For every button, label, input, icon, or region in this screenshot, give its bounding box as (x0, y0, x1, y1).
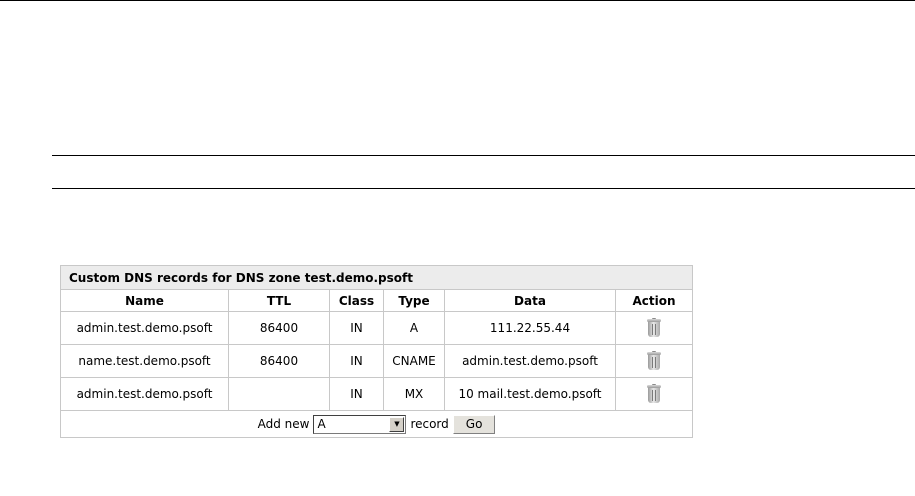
trash-icon[interactable] (646, 318, 662, 338)
table-row: admin.test.demo.psoft IN MX 10 mail.test… (60, 377, 694, 411)
record-action (614, 377, 694, 411)
column-header-type: Type (383, 289, 445, 312)
add-record-row: Add new A ▼ record Go (59, 410, 694, 438)
record-type-select[interactable]: A ▼ (313, 414, 407, 434)
dns-records-table: Custom DNS records for DNS zone test.dem… (59, 265, 694, 438)
column-header-action: Action (614, 289, 694, 312)
table-row: admin.test.demo.psoft 86400 IN A 111.22.… (60, 311, 694, 345)
record-type: CNAME (383, 344, 445, 378)
record-type: A (383, 311, 445, 345)
section-divider-lower (52, 188, 915, 189)
record-name: name.test.demo.psoft (60, 344, 229, 378)
column-header-name: Name (60, 289, 229, 312)
add-new-label: Add new (257, 417, 310, 431)
record-type: MX (383, 377, 445, 411)
record-action (614, 344, 694, 378)
record-label: record (410, 417, 449, 431)
record-name: admin.test.demo.psoft (60, 311, 229, 345)
top-divider (0, 0, 915, 1)
record-class: IN (329, 344, 384, 378)
section-divider-upper (52, 155, 915, 156)
record-class: IN (329, 377, 384, 411)
record-data: admin.test.demo.psoft (444, 344, 616, 378)
record-data: 111.22.55.44 (444, 311, 616, 345)
record-ttl (228, 377, 330, 411)
table-caption: Custom DNS records for DNS zone test.dem… (59, 265, 694, 290)
column-header-data: Data (444, 289, 616, 312)
record-type-select-value: A (317, 417, 326, 431)
record-class: IN (329, 311, 384, 345)
record-data: 10 mail.test.demo.psoft (444, 377, 616, 411)
record-action (614, 311, 694, 345)
record-ttl: 86400 (228, 344, 330, 378)
chevron-down-icon[interactable]: ▼ (389, 416, 405, 432)
table-header-row: Name TTL Class Type Data Action (60, 289, 694, 312)
trash-icon[interactable] (646, 384, 662, 404)
record-name: admin.test.demo.psoft (60, 377, 229, 411)
column-header-ttl: TTL (228, 289, 330, 312)
go-button[interactable]: Go (452, 414, 496, 434)
table-row: name.test.demo.psoft 86400 IN CNAME admi… (60, 344, 694, 378)
column-header-class: Class (329, 289, 384, 312)
record-ttl: 86400 (228, 311, 330, 345)
trash-icon[interactable] (646, 351, 662, 371)
